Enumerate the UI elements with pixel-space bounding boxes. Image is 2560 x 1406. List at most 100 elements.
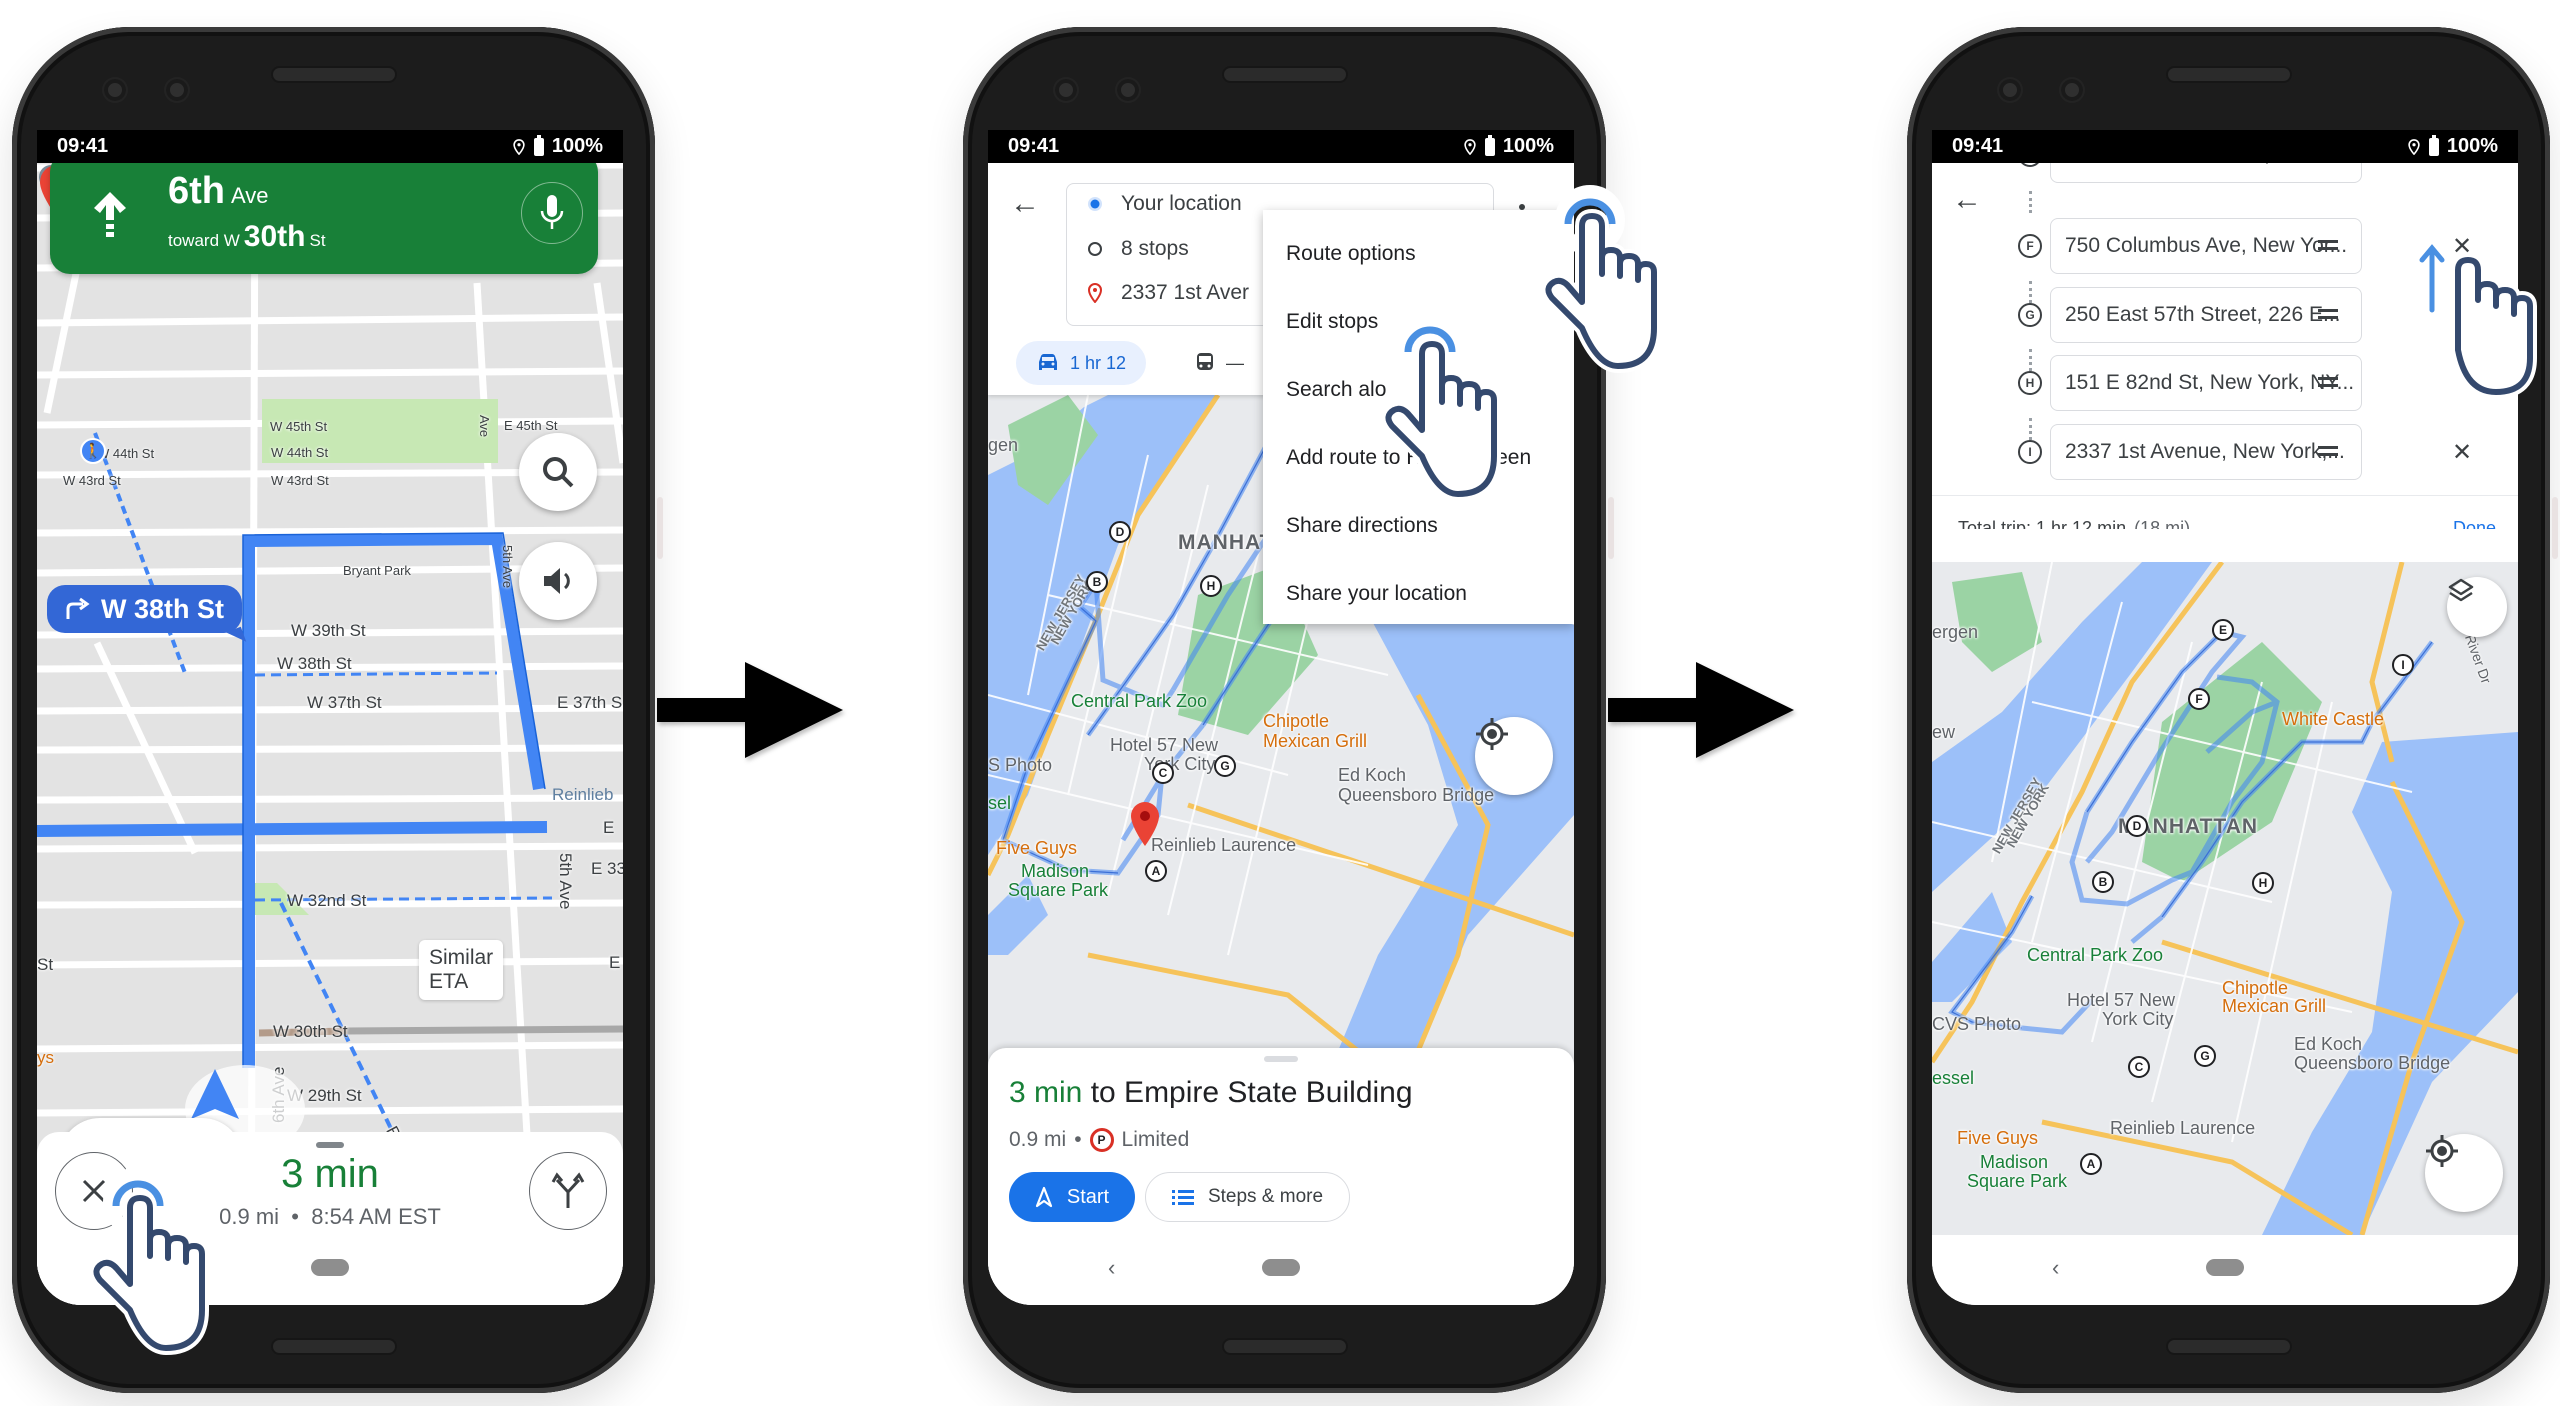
street-label: E 37th S xyxy=(557,693,623,712)
stop-marker-a[interactable]: A xyxy=(1145,860,1167,882)
sound-button[interactable] xyxy=(519,542,597,620)
sheet-handle[interactable] xyxy=(316,1142,344,1148)
similar-eta-bubble[interactable]: Similar ETA xyxy=(419,940,504,1000)
separator: • xyxy=(291,1204,299,1229)
alternate-routes-button[interactable] xyxy=(529,1152,607,1230)
bottom-speaker xyxy=(272,1340,395,1353)
stop-marker-b[interactable]: B xyxy=(2092,871,2114,893)
tap-hand-icon xyxy=(1381,313,1501,501)
transit-duration: — xyxy=(1226,352,1244,373)
stop-marker-c[interactable]: C xyxy=(1152,762,1174,784)
trip-distance: 0.9 mi xyxy=(219,1204,280,1229)
stop-address-field[interactable]: 1000 Amsterdam Ave, New... xyxy=(2050,163,2362,183)
stop-address-field[interactable]: 750 Columbus Ave, New Yor... xyxy=(2050,218,2362,274)
drag-hand-icon xyxy=(2418,240,2537,399)
power-button xyxy=(657,497,663,559)
street-label: W 37th St xyxy=(307,693,382,712)
map-label: Reinlieb Laurence xyxy=(2110,1118,2256,1138)
stop-row[interactable]: I 2337 1st Avenue, New York,... ✕ xyxy=(1932,424,2518,480)
battery-level: 100% xyxy=(1502,135,1554,157)
street-label: E 45th St xyxy=(504,418,558,433)
stop-marker-h[interactable]: H xyxy=(2252,872,2274,894)
remove-stop-button[interactable]: ✕ xyxy=(2452,438,2472,467)
stop-address-field[interactable]: 250 East 57th Street, 226 E... xyxy=(2050,287,2362,343)
start-label: Start xyxy=(1066,1185,1110,1208)
status-time: 09:41 xyxy=(1008,135,1060,157)
stop-marker-g[interactable]: G xyxy=(1214,755,1236,777)
straight-arrow-icon xyxy=(94,192,126,237)
destination-pin-icon xyxy=(1087,283,1103,303)
menu-item-route-options[interactable]: Route options xyxy=(1263,220,1574,288)
back-button[interactable]: ← xyxy=(1010,187,1040,221)
steps-and-more-button[interactable]: Steps & more xyxy=(1145,1172,1350,1222)
stop-marker-a[interactable]: A xyxy=(2080,1153,2102,1175)
stop-address: 151 E 82nd St, New York, NY... xyxy=(2065,371,2355,394)
destination-row[interactable]: 2337 1st Aver xyxy=(1087,281,1249,305)
stop-address-field[interactable]: 151 E 82nd St, New York, NY... xyxy=(2050,355,2362,411)
stop-marker-g[interactable]: G xyxy=(2194,1045,2216,1067)
home-pill[interactable] xyxy=(2206,1259,2244,1276)
remove-stop-button[interactable]: ✕ xyxy=(2452,163,2472,170)
parking-status: Limited xyxy=(1121,1128,1190,1151)
origin-row[interactable]: Your location xyxy=(1087,192,1242,216)
my-location-button[interactable] xyxy=(1475,717,1553,795)
home-pill[interactable] xyxy=(311,1259,349,1276)
street-label: W 44th St xyxy=(271,445,329,460)
menu-item-share-location[interactable]: Share your location xyxy=(1263,560,1574,628)
map-label: Square Park xyxy=(1008,880,1109,900)
stop-marker-d[interactable]: D xyxy=(2126,815,2148,837)
route-map[interactable]: ergen ew NEW JERSEY NEW YORK MANHATTAN W… xyxy=(1932,562,2518,1235)
power-button xyxy=(1608,497,1614,559)
map-label: Central Park Zoo xyxy=(2027,945,2164,965)
eta-bubble-line2: ETA xyxy=(429,970,469,993)
stop-marker-f[interactable]: F xyxy=(2188,688,2210,710)
done-button[interactable]: Done xyxy=(2453,518,2496,529)
search-button[interactable] xyxy=(519,433,597,511)
drag-handle-icon[interactable] xyxy=(2318,238,2338,252)
stop-marker-h[interactable]: H xyxy=(1200,575,1222,597)
status-time: 09:41 xyxy=(57,135,109,157)
map-label: ergen xyxy=(1932,622,1979,642)
list-icon xyxy=(1171,1190,1194,1205)
map-layers-button[interactable] xyxy=(2447,577,2507,637)
navigation-instruction-banner[interactable]: 6th Ave toward W 30th St xyxy=(50,152,598,274)
home-pill[interactable] xyxy=(1262,1259,1300,1276)
drag-handle-icon[interactable] xyxy=(2318,375,2338,389)
my-location-button[interactable] xyxy=(2425,1134,2503,1212)
origin-label: Your location xyxy=(1121,192,1242,215)
sheet-handle[interactable] xyxy=(1264,1056,1298,1062)
map-label: Ed Koch xyxy=(2294,1034,2363,1054)
map-label: gen xyxy=(988,435,1019,455)
transit-icon xyxy=(1197,353,1213,370)
start-navigation-button[interactable]: Start xyxy=(1009,1172,1135,1222)
power-button xyxy=(2552,497,2558,559)
system-nav-bar: ‹ xyxy=(1932,1235,2518,1305)
system-back-icon[interactable]: ‹ xyxy=(1108,1255,1115,1281)
stop-row[interactable]: E 1000 Amsterdam Ave, New... ✕ xyxy=(1932,163,2518,183)
drag-handle-icon[interactable] xyxy=(2318,444,2338,458)
back-button[interactable]: ← xyxy=(1952,183,1982,217)
stop-marker-e[interactable]: E xyxy=(2212,619,2234,641)
mode-tab-transit[interactable]: — xyxy=(1196,341,1244,385)
crosshair-icon xyxy=(1476,718,1508,750)
stop-marker-b[interactable]: B xyxy=(1086,571,1108,593)
system-back-icon[interactable]: ‹ xyxy=(2052,1255,2059,1281)
street-label: E 33 xyxy=(591,859,623,878)
route-eta: 3 min xyxy=(1009,1076,1083,1109)
street-label: W 39th St xyxy=(291,621,366,640)
stop-marker-i[interactable]: I xyxy=(2392,654,2414,676)
map-label: S Photo xyxy=(988,755,1053,775)
stops-row[interactable]: 8 stops xyxy=(1087,237,1189,261)
stop-address-field[interactable]: 2337 1st Avenue, New York,... xyxy=(2050,424,2362,480)
stop-marker-d[interactable]: D xyxy=(1109,521,1131,543)
voice-input-button[interactable] xyxy=(521,182,583,244)
map-label: Mexican Grill xyxy=(2222,996,2327,1016)
drag-handle-icon[interactable] xyxy=(2318,307,2338,321)
map-label: Queensboro Bridge xyxy=(2294,1053,2451,1073)
location-icon xyxy=(513,138,525,155)
mode-tab-driving[interactable]: 1 hr 12 xyxy=(1016,341,1147,385)
stop-address: 250 East 57th Street, 226 E... xyxy=(2065,303,2341,326)
connector-dots xyxy=(2029,191,2032,213)
poi-label: Reinlieb xyxy=(552,785,614,804)
stop-marker-c[interactable]: C xyxy=(2128,1056,2150,1078)
